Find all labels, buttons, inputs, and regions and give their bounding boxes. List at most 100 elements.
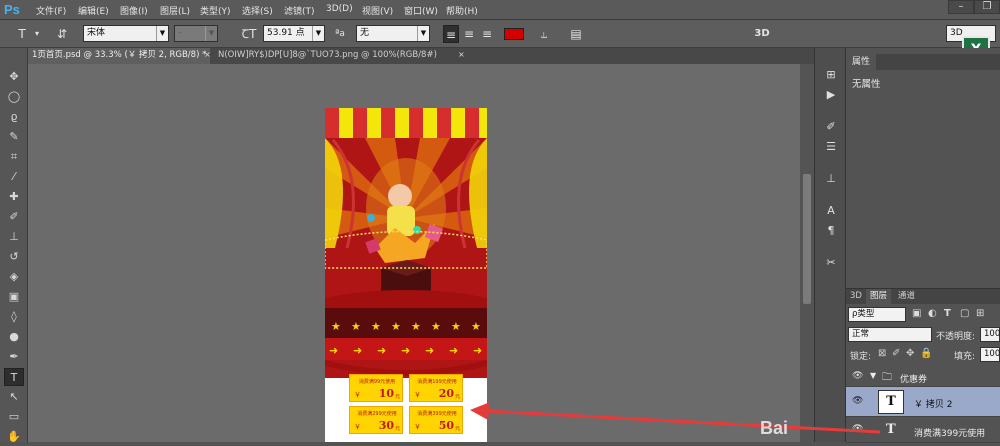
menu-select[interactable]: 选择(S) <box>242 4 273 17</box>
layer-group-coupons[interactable]: 👁 ▼ 🗀 优惠券 <box>846 367 1000 387</box>
tab-document-1[interactable]: 1页首页.psd @ 33.3% (￥ 拷贝 2, RGB/8) * <box>28 48 210 64</box>
healing-brush-tool-icon[interactable]: ✚ <box>4 188 24 206</box>
tab-layers[interactable]: 图层 <box>866 289 892 304</box>
document-canvas[interactable]: ★ ★ ★ ★ ★ ★ ★ ★ ➜ ➜ ➜ ➜ ➜ ➜ ➜ 消费满99元使用 ￥… <box>325 108 487 442</box>
eyedropper-tool-icon[interactable]: ⁄ <box>4 168 24 186</box>
rectangle-tool-icon[interactable]: ▭ <box>4 408 24 426</box>
crop-tool-icon[interactable]: ⌗ <box>4 148 24 166</box>
fill-input[interactable]: 100% <box>980 347 1000 362</box>
gradient-tool-icon[interactable]: ▣ <box>4 288 24 306</box>
restore-button[interactable]: ❐ <box>974 0 1000 14</box>
antialias-select[interactable]: 无 ▼ <box>356 25 430 42</box>
disclosure-triangle-icon[interactable]: ▼ <box>870 371 876 380</box>
brush-panel-icon[interactable]: ✐ <box>822 118 840 136</box>
paragraph-panel-icon[interactable]: ¶ <box>822 222 840 240</box>
blend-mode-select[interactable]: 正常 <box>848 327 932 342</box>
clone-stamp-tool-icon[interactable]: ⊥ <box>4 228 24 246</box>
lock-position-icon[interactable]: ✥ <box>906 348 914 359</box>
filter-type-icon[interactable]: T <box>944 308 951 319</box>
svg-text:★: ★ <box>471 320 481 333</box>
eye-icon[interactable]: 👁 <box>852 371 863 381</box>
coupon-unit: 元 <box>394 426 400 432</box>
eye-icon[interactable]: 👁 <box>852 396 863 406</box>
history-panel-icon[interactable]: ⊞ <box>822 66 840 84</box>
font-family-select[interactable]: 宋体 ▼ <box>83 25 169 42</box>
history-brush-tool-icon[interactable]: ↺ <box>4 248 24 266</box>
filter-image-icon[interactable]: ▣ <box>912 308 921 319</box>
menu-layer[interactable]: 图层(L) <box>160 4 190 17</box>
tab-channels[interactable]: 通道 <box>894 289 919 304</box>
menu-window[interactable]: 窗口(W) <box>404 4 438 17</box>
actions-panel-icon[interactable]: ▶ <box>822 86 840 104</box>
orientation-toggle-icon[interactable]: ⇵ <box>54 25 70 43</box>
path-selection-tool-icon[interactable]: ↖ <box>4 388 24 406</box>
tab-properties[interactable]: 属性 <box>846 54 877 70</box>
coupon-condition: 消费满399元使用 <box>417 411 457 417</box>
marquee-tool-icon[interactable]: ◯ <box>4 88 24 106</box>
menu-image[interactable]: 图像(I) <box>120 4 148 17</box>
lock-pixels-icon[interactable]: ✐ <box>892 348 900 359</box>
character-panel-icon[interactable]: A <box>822 202 840 220</box>
menu-bar: Ps 文件(F) 编辑(E) 图像(I) 图层(L) 类型(Y) 选择(S) 滤… <box>0 0 1000 20</box>
coupon-amount: 50 <box>438 419 454 432</box>
tool-presets-panel-icon[interactable]: ✂ <box>822 254 840 272</box>
font-size-select[interactable]: 53.91 点 ▼ <box>263 25 325 42</box>
coupon-amount: 20 <box>438 387 454 400</box>
text-color-swatch[interactable] <box>504 28 524 40</box>
filter-adjustment-icon[interactable]: ◐ <box>928 308 937 319</box>
menu-filter[interactable]: 滤镜(T) <box>284 4 315 17</box>
menu-type[interactable]: 类型(Y) <box>200 4 231 17</box>
close-icon[interactable]: × <box>458 50 465 59</box>
menu-view[interactable]: 视图(V) <box>362 4 393 17</box>
layer-spend-399[interactable]: 👁 T 消费满399元使用 <box>846 417 1000 443</box>
fill-value: 100% <box>984 349 1000 359</box>
close-icon[interactable]: × <box>204 50 211 59</box>
eraser-tool-icon[interactable]: ◈ <box>4 268 24 286</box>
eye-icon[interactable]: 👁 <box>852 424 863 434</box>
opacity-value: 100% <box>984 329 1000 339</box>
lasso-tool-icon[interactable]: ϱ <box>4 108 24 126</box>
menu-help[interactable]: 帮助(H) <box>446 4 478 17</box>
menu-edit[interactable]: 编辑(E) <box>78 4 109 17</box>
align-center-icon[interactable]: ≡ <box>461 25 477 43</box>
tab-label: N(OIW]RY$)DP[U]8@`TUO73.png @ 100%(RGB/8… <box>218 50 437 60</box>
menu-file[interactable]: 文件(F) <box>36 4 66 17</box>
adjustments-panel-icon[interactable]: ☰ <box>822 138 840 156</box>
3d-mode-label[interactable]: 3D <box>752 25 772 43</box>
character-panel-icon[interactable]: ▤ <box>568 25 584 43</box>
type-tool-icon[interactable]: T <box>4 368 24 386</box>
type-tool-preset-icon[interactable]: T <box>14 25 30 43</box>
pen-tool-icon[interactable]: ✒ <box>4 348 24 366</box>
dodge-tool-icon[interactable]: ● <box>4 328 24 346</box>
layer-filter-select[interactable]: ρ类型 <box>848 307 906 322</box>
menu-3d[interactable]: 3D(D) <box>326 4 353 14</box>
clone-source-panel-icon[interactable]: ⊥ <box>822 170 840 188</box>
antialias-value: 无 <box>360 28 370 38</box>
hand-tool-icon[interactable]: ✋ <box>4 428 24 446</box>
warp-text-icon[interactable]: ⥿ <box>536 25 552 43</box>
filter-shape-icon[interactable]: ▢ <box>960 308 969 319</box>
tab-document-2[interactable]: N(OIW]RY$)DP[U]8@`TUO73.png @ 100%(RGB/8… <box>214 48 460 64</box>
chevron-down-icon[interactable]: ▾ <box>32 25 42 43</box>
scrollbar-thumb[interactable] <box>803 174 811 304</box>
chevron-down-icon: ▼ <box>156 26 168 41</box>
lock-all-icon[interactable]: 🔒 <box>920 348 932 359</box>
align-right-icon[interactable]: ≡ <box>479 25 495 43</box>
lock-transparent-icon[interactable]: ⊠ <box>878 348 886 359</box>
coupon-yen: ￥ <box>354 391 361 399</box>
blur-tool-icon[interactable]: ◊ <box>4 308 24 326</box>
layer-yen-copy-2[interactable]: 👁 T ￥ 拷贝 2 <box>846 387 1000 417</box>
brush-tool-icon[interactable]: ✐ <box>4 208 24 226</box>
quick-selection-tool-icon[interactable]: ✎ <box>4 128 24 146</box>
vertical-scrollbar[interactable] <box>800 64 814 442</box>
tab-3d[interactable]: 3D <box>846 289 866 304</box>
align-left-icon[interactable]: ≡ <box>443 25 459 43</box>
opacity-input[interactable]: 100% <box>980 327 1000 342</box>
properties-panel: 属性 无属性 <box>846 48 1000 288</box>
minimize-button[interactable]: – <box>948 0 974 14</box>
chevron-down-icon: ▼ <box>312 26 324 41</box>
filter-smart-object-icon[interactable]: ⊞ <box>976 308 984 319</box>
move-tool-icon[interactable]: ✥ <box>4 68 24 86</box>
layer-name: 消费满399元使用 <box>914 429 986 439</box>
font-style-select[interactable]: - ▼ <box>174 25 218 42</box>
